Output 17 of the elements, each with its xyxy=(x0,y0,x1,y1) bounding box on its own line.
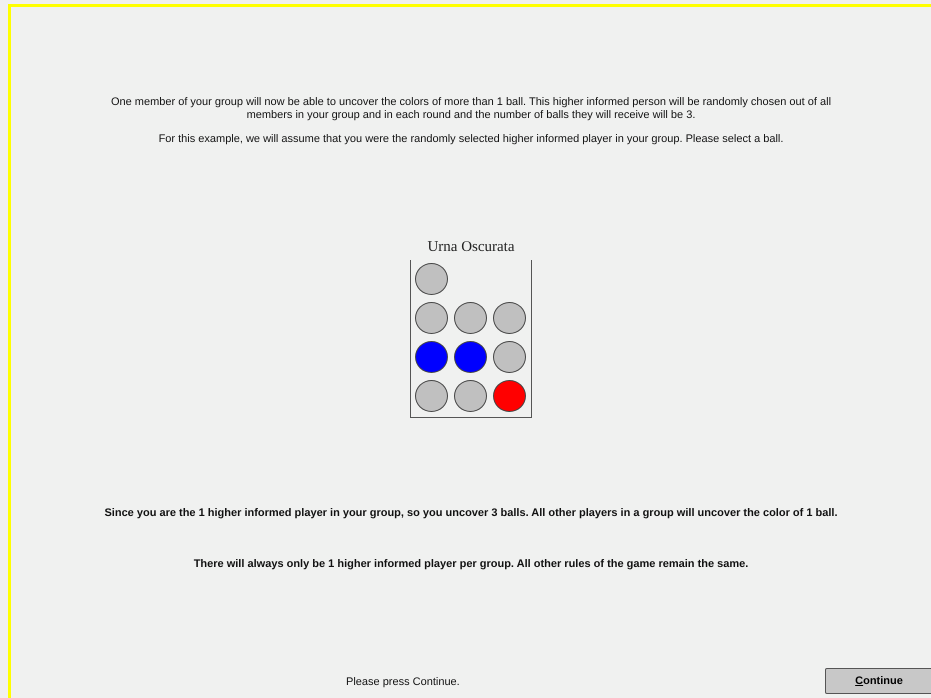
rule-text: Since you are the 1 higher informed player in your group, so you uncover 3 balls. All other players in a group will uncover the color of 1 ball. xyxy=(103,507,839,519)
ball[interactable] xyxy=(454,302,487,334)
ball[interactable] xyxy=(415,263,448,295)
ball[interactable] xyxy=(415,380,448,412)
instruction-text: For this example, we will assume that you were the randomly selected higher informed player in your group. Please select a ball. xyxy=(158,133,784,146)
ball[interactable] xyxy=(415,302,448,334)
ball[interactable] xyxy=(493,302,526,334)
instruction-text: One member of your group will now be able to uncover the colors of more than 1 ball. This higher informed person will be randomly chosen out of all members in your group and in each round and the number of balls they will receive will be 3. xyxy=(110,96,832,122)
ball[interactable] xyxy=(493,341,526,373)
rule-text: There will always only be 1 higher informed player per group. All other rules of the game remain the same. xyxy=(192,558,750,570)
ball[interactable] xyxy=(415,341,448,373)
hint-text: Please press Continue. xyxy=(346,676,460,688)
ball[interactable] xyxy=(493,380,526,412)
ball[interactable] xyxy=(454,380,487,412)
continue-button[interactable]: Continue xyxy=(825,668,931,694)
urn-title: Urna Oscurata xyxy=(427,239,515,256)
ball[interactable] xyxy=(454,341,487,373)
